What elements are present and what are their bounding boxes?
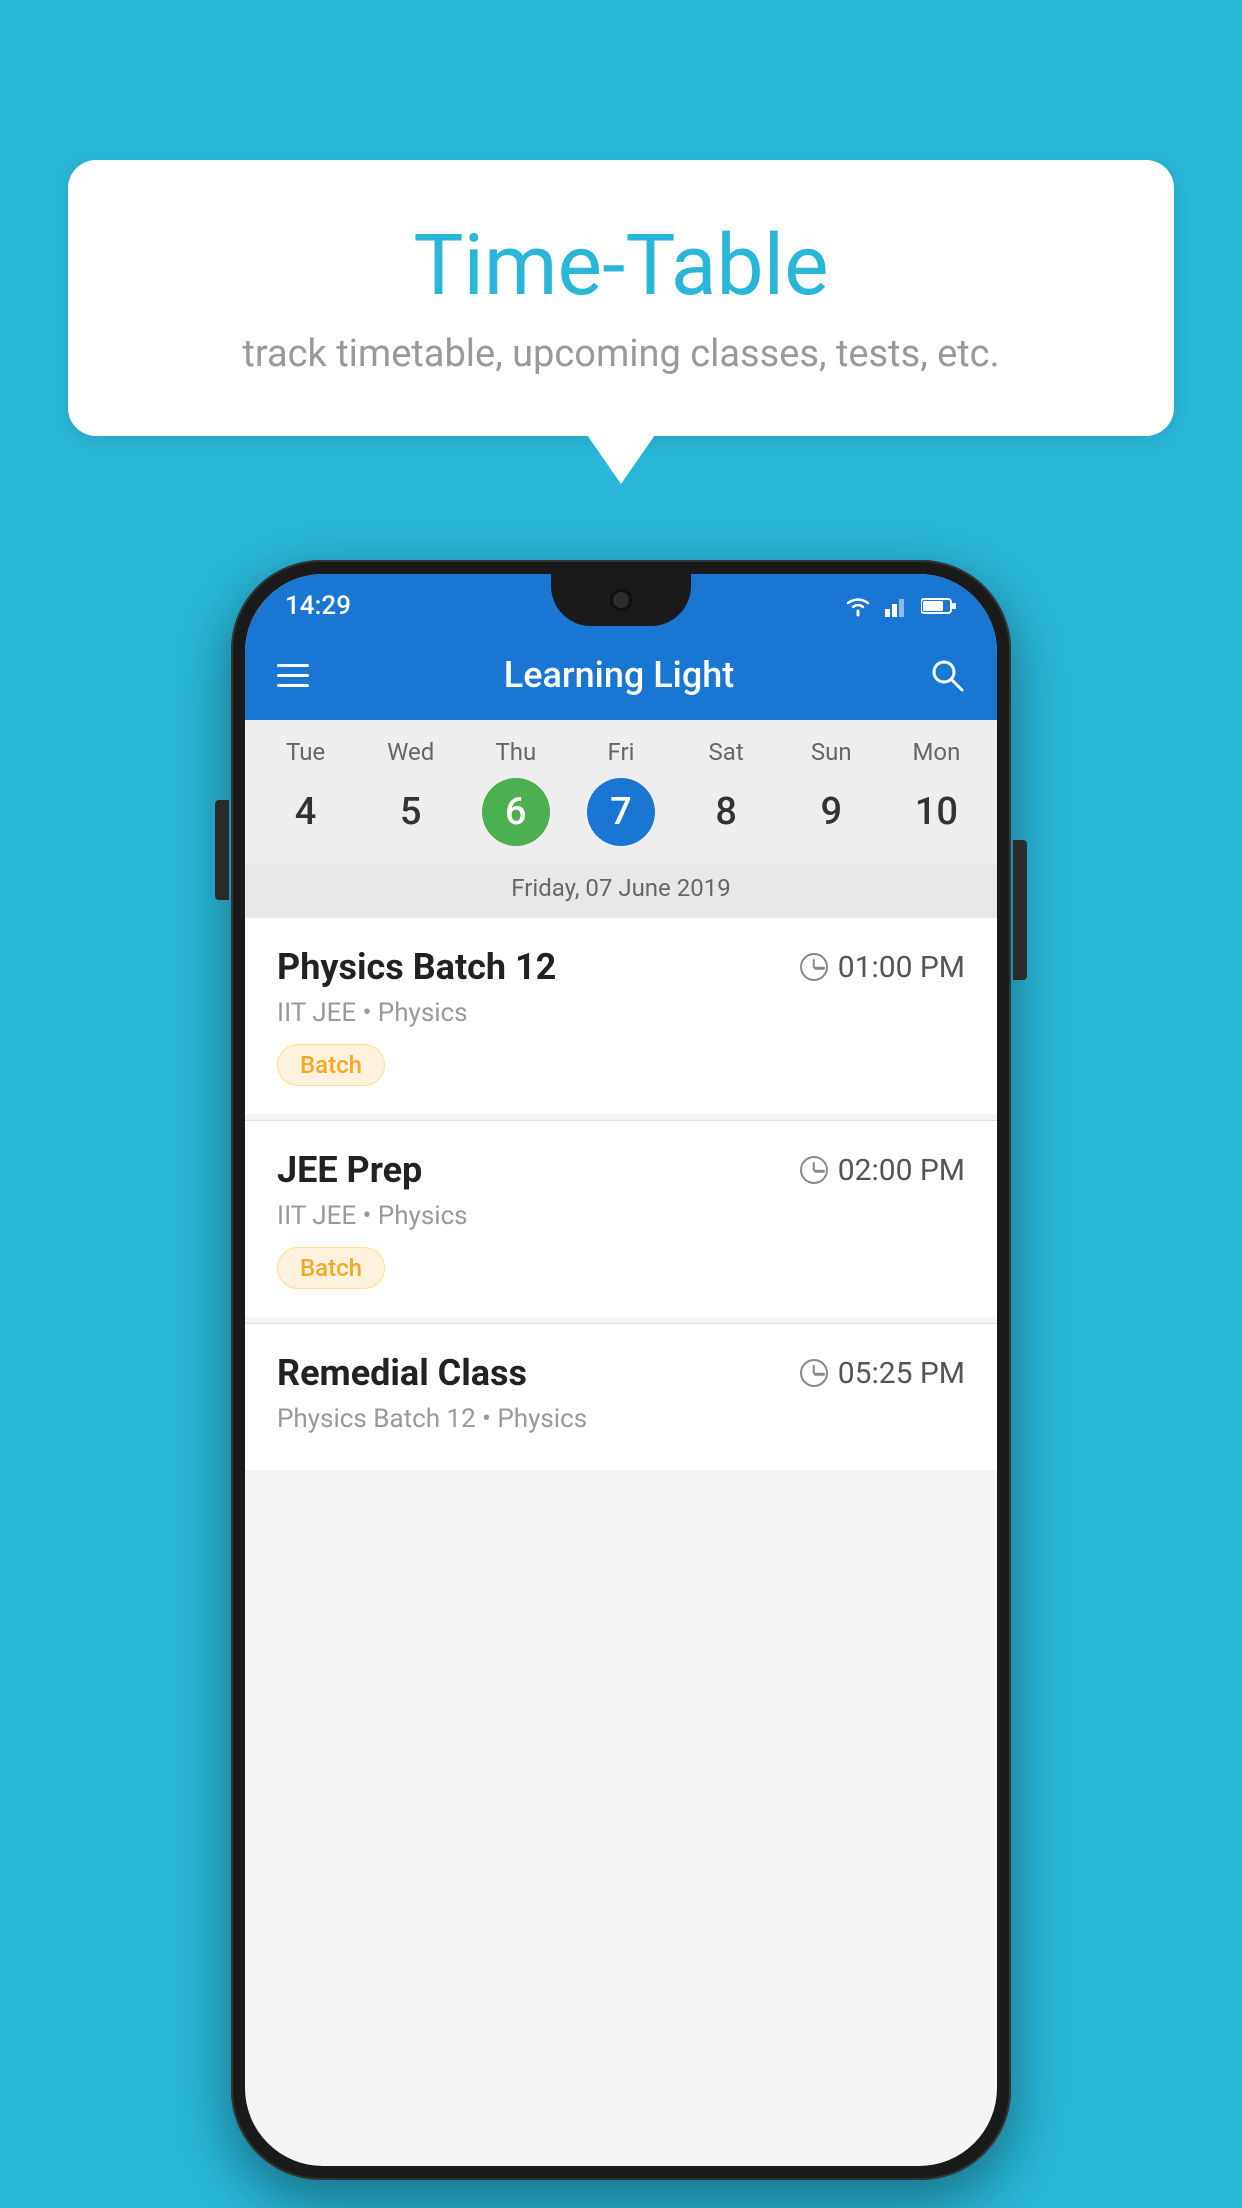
date-col-10[interactable]: 10 [884,778,989,846]
schedule-item-3-time-text: 05:25 PM [838,1356,965,1391]
schedule-item-2[interactable]: JEE Prep 02:00 PM IIT JEE • Physics Batc… [245,1121,997,1317]
day-col-fri[interactable]: Fri [568,738,673,766]
schedule-item-1-title: Physics Batch 12 [277,946,556,988]
search-icon [929,657,965,693]
clock-icon-3 [800,1359,828,1387]
day-name-sun: Sun [811,738,852,766]
day-name-tue: Tue [286,738,325,766]
day-name-thu: Thu [495,738,536,766]
schedule-item-1-time-text: 01:00 PM [838,950,965,985]
date-col-7[interactable]: 7 [568,778,673,846]
date-9: 9 [797,778,865,846]
date-col-8[interactable]: 8 [674,778,779,846]
hamburger-menu-icon[interactable] [277,664,309,687]
speech-bubble-subtitle: track timetable, upcoming classes, tests… [108,332,1134,376]
schedule-item-3-title: Remedial Class [277,1352,527,1394]
selected-date-label: Friday, 07 June 2019 [245,864,997,918]
hamburger-line [277,684,309,687]
day-name-sat: Sat [709,738,744,766]
schedule-item-1-time: 01:00 PM [800,950,965,985]
schedule-item-3-subtitle: Physics Batch 12 • Physics [277,1404,965,1434]
app-bar: Learning Light [245,630,997,720]
dates-row: 4 5 6 7 8 9 10 [245,770,997,864]
battery-icon [921,597,957,615]
day-name-wed: Wed [387,738,434,766]
day-col-sun[interactable]: Sun [779,738,884,766]
schedule-item-2-badge: Batch [277,1247,385,1289]
day-name-mon: Mon [912,738,960,766]
schedule-item-3-time: 05:25 PM [800,1356,965,1391]
date-4: 4 [272,778,340,846]
days-header: Tue Wed Thu Fri Sat Sun Mon [245,720,997,770]
phone-screen: 14:29 [245,574,997,2166]
phone-notch [551,574,691,626]
schedule-item-1-header: Physics Batch 12 01:00 PM [277,946,965,988]
clock-minute-3 [814,1373,825,1376]
clock-minute-1 [814,967,825,970]
clock-icon-1 [800,953,828,981]
day-col-sat[interactable]: Sat [674,738,779,766]
schedule-list: Physics Batch 12 01:00 PM IIT JEE • Phys… [245,918,997,1476]
schedule-item-2-subtitle: IIT JEE • Physics [277,1201,965,1231]
schedule-item-1-subtitle: IIT JEE • Physics [277,998,965,1028]
date-col-5[interactable]: 5 [358,778,463,846]
wifi-icon [843,595,873,617]
date-5: 5 [377,778,445,846]
speech-bubble-container: Time-Table track timetable, upcoming cla… [68,160,1174,436]
speech-bubble-title: Time-Table [108,220,1134,312]
day-col-wed[interactable]: Wed [358,738,463,766]
date-8: 8 [692,778,760,846]
search-button[interactable] [929,657,965,693]
schedule-item-3[interactable]: Remedial Class 05:25 PM Physics Batch 12… [245,1324,997,1470]
status-icons [843,595,957,617]
phone-frame: 14:29 [231,560,1011,2180]
day-col-thu[interactable]: Thu [463,738,568,766]
status-time: 14:29 [285,591,351,621]
calendar-section: Tue Wed Thu Fri Sat Sun Mon 4 5 6 7 8 [245,720,997,918]
schedule-item-1[interactable]: Physics Batch 12 01:00 PM IIT JEE • Phys… [245,918,997,1114]
app-title: Learning Light [337,654,901,696]
date-col-4[interactable]: 4 [253,778,358,846]
schedule-item-2-header: JEE Prep 02:00 PM [277,1149,965,1191]
day-col-tue[interactable]: Tue [253,738,358,766]
date-6-today: 6 [482,778,550,846]
clock-icon-2 [800,1156,828,1184]
schedule-item-1-badge: Batch [277,1044,385,1086]
hamburger-line [277,664,309,667]
date-7-selected: 7 [587,778,655,846]
schedule-item-2-title: JEE Prep [277,1149,422,1191]
clock-minute-2 [814,1170,825,1173]
day-name-fri: Fri [608,738,635,766]
day-col-mon[interactable]: Mon [884,738,989,766]
schedule-item-2-time-text: 02:00 PM [838,1153,965,1188]
camera [610,589,632,611]
signal-icon [885,595,909,617]
date-col-9[interactable]: 9 [779,778,884,846]
date-10: 10 [902,778,970,846]
hamburger-line [277,674,309,677]
phone-outer: 14:29 [231,560,1011,2180]
speech-bubble: Time-Table track timetable, upcoming cla… [68,160,1174,436]
date-col-6[interactable]: 6 [463,778,568,846]
schedule-item-2-time: 02:00 PM [800,1153,965,1188]
schedule-item-3-header: Remedial Class 05:25 PM [277,1352,965,1394]
